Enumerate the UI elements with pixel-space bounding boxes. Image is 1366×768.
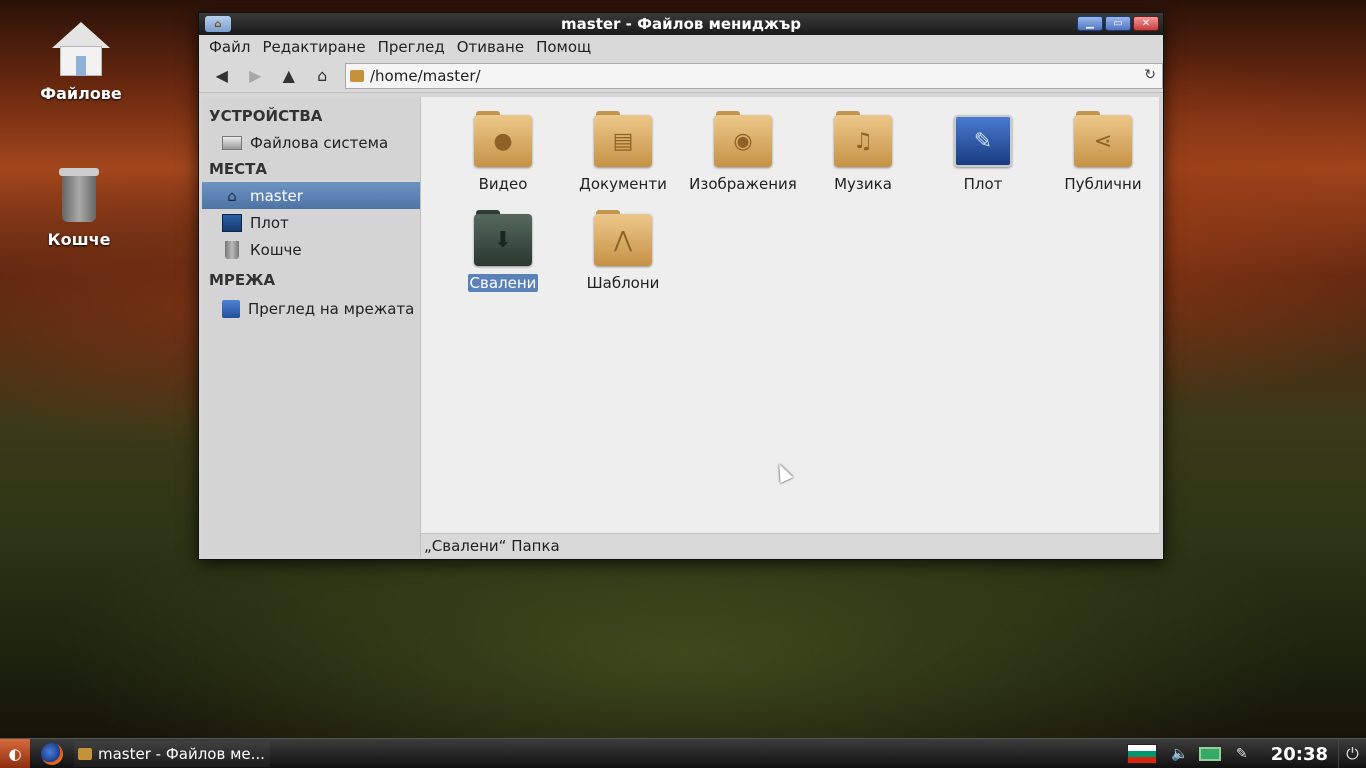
file-label: Музика [834, 175, 892, 193]
sidebar-item-desktop[interactable]: Плот [202, 209, 420, 236]
downloads-folder-icon: ⬇ [474, 210, 532, 266]
sidebar-item-network[interactable]: Преглед на мрежата [202, 295, 420, 322]
templates-folder-icon: ⋀ [594, 210, 652, 266]
home-icon: ⌂ [317, 66, 328, 85]
sidebar-item-filesystem[interactable]: Файлова система [202, 129, 420, 156]
menu-help[interactable]: Помощ [530, 38, 597, 56]
video-folder-icon: ● [474, 111, 532, 167]
sidebar: УСТРОЙСТВА Файлова система МЕСТА ⌂ maste… [202, 97, 421, 557]
start-menu-button[interactable]: ◐ [0, 738, 30, 768]
file-item-music[interactable]: ♫ Музика [803, 111, 923, 193]
taskbar: ◐ master - Файлов ме... 🔈 ✎ 20:38 ⏻ [0, 738, 1366, 768]
menubar: Файл Редактиране Преглед Отиване Помощ [199, 35, 1163, 59]
location-bar[interactable]: /home/master/ ↻ [345, 62, 1163, 89]
desktop-trash-label: Кошче [47, 230, 111, 249]
file-label: Видео [478, 175, 528, 193]
power-icon: ⏻ [1346, 744, 1359, 763]
up-button[interactable]: ▲ [272, 62, 306, 90]
window-title: master - Файлов мениджър [561, 15, 801, 33]
trash-icon [225, 240, 239, 259]
window-menu-icon[interactable]: ⌂ [205, 16, 231, 32]
toolbar: ◀ ▶ ▲ ⌂ /home/master/ ↻ [199, 59, 1163, 93]
folder-icon [350, 69, 364, 82]
desktop-trash-icon[interactable]: Кошче [24, 168, 134, 249]
close-button[interactable]: ✕ [1133, 16, 1159, 31]
home-icon: ⌂ [227, 186, 237, 205]
file-label: Плот [963, 175, 1003, 193]
file-label: Шаблони [586, 274, 660, 292]
folder-icon [78, 747, 92, 760]
minimize-button[interactable]: ▁ [1077, 16, 1103, 31]
sidebar-header-places: МЕСТА [209, 160, 268, 178]
forward-arrow-icon: ▶ [249, 66, 262, 85]
file-item-templates[interactable]: ⋀ Шаблони [563, 210, 683, 292]
status-text: „Свалени“ Папка [424, 536, 560, 555]
forward-button[interactable]: ▶ [239, 62, 273, 90]
content-area: УСТРОЙСТВА Файлова система МЕСТА ⌂ maste… [202, 97, 1160, 557]
desktop-files-label: Файлове [40, 84, 122, 103]
file-item-downloads[interactable]: ⬇ Свалени [443, 210, 563, 292]
taskbar-window-label: master - Файлов ме... [98, 744, 265, 763]
reload-icon[interactable]: ↻ [1144, 67, 1156, 83]
system-tray: 🔈 ✎ 20:38 ⏻ [1126, 739, 1366, 768]
menu-view[interactable]: Преглед [372, 38, 451, 56]
file-item-documents[interactable]: ▤ Документи [563, 111, 683, 193]
sidebar-item-label: master [250, 186, 303, 205]
sidebar-item-label: Кошче [250, 240, 302, 259]
maximize-button[interactable]: ▭ [1105, 16, 1131, 31]
file-item-public[interactable]: ⋖ Публични [1043, 111, 1163, 193]
file-view[interactable]: ● Видео ▤ Документи ◉ Изображения ♫ Музи… [421, 97, 1159, 557]
clock[interactable]: 20:38 [1271, 744, 1328, 765]
file-label: Свалени [467, 274, 539, 292]
power-button[interactable]: ⏻ [1338, 739, 1366, 768]
file-manager-window: ⌂ master - Файлов мениджър ▁ ▭ ✕ Файл Ре… [198, 12, 1164, 560]
network-icon [222, 299, 240, 318]
firefox-icon [41, 742, 63, 765]
desktop-icon [222, 213, 242, 232]
sidebar-header-devices: УСТРОЙСТВА [209, 107, 323, 125]
music-folder-icon: ♫ [834, 111, 892, 167]
statusbar: „Свалени“ Папка [421, 533, 1160, 557]
home-button[interactable]: ⌂ [306, 62, 340, 90]
file-label: Изображения [689, 175, 797, 193]
flag-stripe [1127, 757, 1156, 763]
back-button[interactable]: ◀ [205, 62, 239, 90]
menu-go[interactable]: Отиване [451, 38, 530, 56]
taskbar-window-button[interactable]: master - Файлов ме... [74, 740, 270, 767]
documents-folder-icon: ▤ [594, 111, 652, 167]
sidebar-item-master[interactable]: ⌂ master [202, 182, 420, 209]
sidebar-item-trash[interactable]: Кошче [202, 236, 420, 263]
menu-file[interactable]: Файл [203, 38, 256, 56]
keyboard-layout-flag-icon[interactable] [1126, 744, 1157, 764]
location-path: /home/master/ [370, 66, 481, 85]
window-titlebar[interactable]: ⌂ master - Файлов мениджър ▁ ▭ ✕ [199, 13, 1163, 35]
file-label: Документи [579, 175, 667, 193]
desktop-files-icon[interactable]: Файлове [26, 22, 136, 103]
pictures-folder-icon: ◉ [714, 111, 772, 167]
sidebar-item-label: Преглед на мрежата [248, 299, 415, 318]
battery-icon[interactable] [1198, 747, 1221, 761]
up-arrow-icon: ▲ [282, 66, 295, 85]
back-arrow-icon: ◀ [215, 66, 228, 85]
menu-edit[interactable]: Редактиране [256, 38, 371, 56]
firefox-launcher[interactable] [36, 739, 68, 768]
home-folder-icon [52, 22, 110, 78]
pen-icon[interactable]: ✎ [1229, 746, 1255, 762]
start-menu-icon: ◐ [8, 744, 22, 763]
file-label: Публични [1064, 175, 1142, 193]
file-item-videos[interactable]: ● Видео [443, 111, 563, 193]
sidebar-item-label: Плот [250, 213, 289, 232]
volume-icon[interactable]: 🔈 [1167, 746, 1193, 762]
file-item-desktop[interactable]: ✎ Плот [923, 111, 1043, 193]
sidebar-item-label: Файлова система [250, 133, 389, 152]
sidebar-header-network: МРЕЖА [209, 271, 276, 289]
desktop-file-icon: ✎ [954, 111, 1012, 167]
file-item-pictures[interactable]: ◉ Изображения [683, 111, 803, 193]
drive-icon [222, 135, 242, 150]
public-folder-icon: ⋖ [1074, 111, 1132, 167]
trash-can-icon [57, 168, 101, 224]
